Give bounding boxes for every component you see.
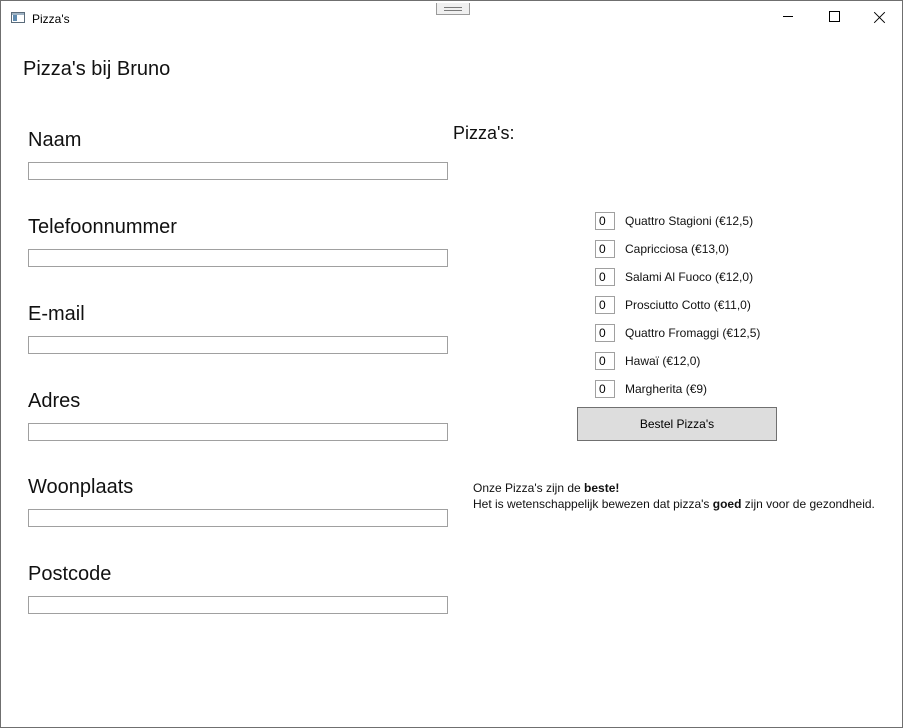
pizza-item: 0 Prosciutto Cotto (€11,0) <box>595 296 751 314</box>
pizza-item: 0 Hawaï (€12,0) <box>595 352 700 370</box>
pizza-name: Capricciosa (€13,0) <box>625 242 730 256</box>
close-icon <box>874 11 886 23</box>
email-label: E-mail <box>28 303 85 325</box>
pizza-name: Salami Al Fuoco (€12,0) <box>625 270 754 284</box>
app-window: Pizza's Pizza's bij Bruno Naam Telefoonn… <box>0 0 903 728</box>
pizza-item: 0 Salami Al Fuoco (€12,0) <box>595 268 753 286</box>
close-button[interactable] <box>857 1 903 32</box>
pizza-quantity-input[interactable]: 0 <box>595 212 615 230</box>
pizzas-heading: Pizza's: <box>453 123 515 143</box>
pizza-quantity-input[interactable]: 0 <box>595 240 615 258</box>
postcode-input[interactable] <box>28 596 448 614</box>
grip-handle-icon[interactable] <box>436 3 470 15</box>
pizza-name: Quattro Fromaggi (€12,5) <box>625 326 761 340</box>
title-bar[interactable]: Pizza's <box>1 1 902 32</box>
window-app-icon <box>11 12 25 23</box>
maximize-button[interactable] <box>811 1 857 32</box>
postcode-label: Postcode <box>28 563 112 585</box>
info-text: Onze Pizza's zijn de beste! Het is weten… <box>473 480 875 512</box>
minimize-button[interactable] <box>765 1 811 32</box>
pizza-name: Prosciutto Cotto (€11,0) <box>625 298 751 312</box>
window-title: Pizza's <box>32 12 70 26</box>
maximize-icon <box>828 11 840 22</box>
adres-label: Adres <box>28 390 81 412</box>
minimize-icon <box>783 16 793 17</box>
pizza-quantity-input[interactable]: 0 <box>595 352 615 370</box>
info-line-1-text: Onze Pizza's zijn de <box>473 481 585 495</box>
pizza-quantity-input[interactable]: 0 <box>595 324 615 342</box>
telefoonnummer-label: Telefoonnummer <box>28 216 177 238</box>
pizza-item: 0 Margherita (€9) <box>595 380 707 398</box>
pizza-item: 0 Quattro Fromaggi (€12,5) <box>595 324 760 342</box>
woonplaats-input[interactable] <box>28 509 448 527</box>
info-line-2-suffix: zijn voor de gezondheid. <box>741 497 875 511</box>
naam-input[interactable] <box>28 162 448 180</box>
info-line-2: Het is wetenschappelijk bewezen dat pizz… <box>473 496 875 512</box>
info-line-2-text: Het is wetenschappelijk bewezen dat pizz… <box>473 497 713 511</box>
adres-input[interactable] <box>28 423 448 441</box>
pizza-item: 0 Quattro Stagioni (€12,5) <box>595 212 753 230</box>
pizza-quantity-input[interactable]: 0 <box>595 268 615 286</box>
naam-label: Naam <box>28 129 82 151</box>
telefoonnummer-input[interactable] <box>28 249 448 267</box>
pizza-name: Hawaï (€12,0) <box>625 354 701 368</box>
pizza-name: Quattro Stagioni (€12,5) <box>625 214 754 228</box>
order-pizzas-button[interactable]: Bestel Pizza's <box>577 407 777 441</box>
email-input[interactable] <box>28 336 448 354</box>
pizza-name: Margherita (€9) <box>625 382 708 396</box>
info-line-2-bold: goed <box>712 497 742 511</box>
woonplaats-label: Woonplaats <box>28 476 134 498</box>
info-line-1: Onze Pizza's zijn de beste! <box>473 480 875 496</box>
info-line-1-bold: beste! <box>584 481 620 495</box>
pizza-item: 0 Capricciosa (€13,0) <box>595 240 729 258</box>
pizza-quantity-input[interactable]: 0 <box>595 296 615 314</box>
page-title: Pizza's bij Bruno <box>23 58 171 80</box>
pizza-quantity-input[interactable]: 0 <box>595 380 615 398</box>
